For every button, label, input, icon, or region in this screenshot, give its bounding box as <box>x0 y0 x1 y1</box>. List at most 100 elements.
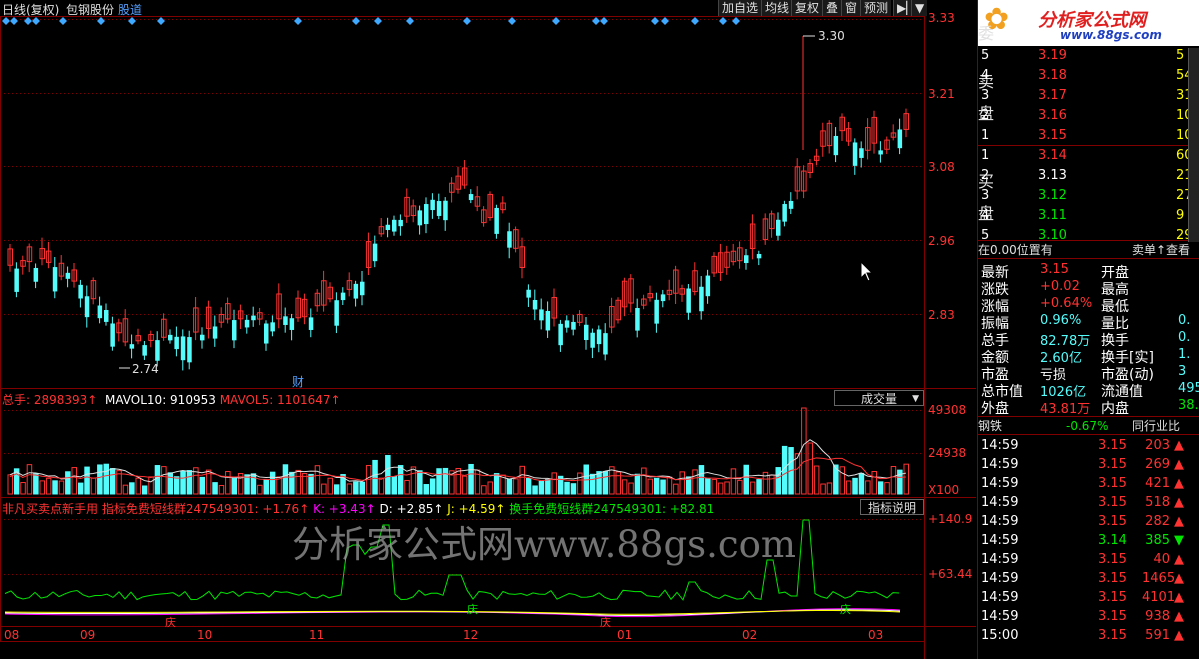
candle-body <box>308 317 314 330</box>
tick-volume: 591 <box>1145 628 1170 643</box>
volume-bar <box>167 472 173 495</box>
candle-body <box>372 243 378 262</box>
signal-mark: 庆 <box>600 616 611 629</box>
guodao-link[interactable]: 股道 <box>118 1 142 18</box>
volume-bar <box>673 483 679 495</box>
candle-body <box>532 299 538 310</box>
volume-bar <box>180 470 186 495</box>
period-label[interactable]: 日线(复权) <box>2 1 59 18</box>
volume-bar <box>775 467 781 495</box>
view-sell-orders-link[interactable]: 卖单↑查看 <box>1132 242 1190 258</box>
divider <box>977 0 978 659</box>
stat-label-right: 内盘 <box>1101 401 1129 417</box>
volume-tick: 49308 <box>928 403 967 417</box>
stat-value-right: 3 <box>1178 364 1187 379</box>
candle-body <box>155 340 160 361</box>
signal-diamond-icon <box>600 17 608 25</box>
volume-bar <box>410 466 417 495</box>
chevron-down-icon[interactable]: ▼ <box>911 0 928 16</box>
volume-bar <box>141 485 148 495</box>
volume-bar <box>225 471 231 495</box>
volume-bar <box>442 467 449 495</box>
x-tick: 10 <box>197 628 213 642</box>
volume-bar <box>717 482 724 495</box>
candle-body <box>283 316 288 325</box>
sell-price: 3.15 <box>1038 128 1067 143</box>
ma-button[interactable]: 均线 <box>761 0 793 16</box>
arrow-down-icon: ▼ <box>1174 533 1184 548</box>
divider <box>978 434 1199 435</box>
low-price-label: 2.74 <box>132 362 159 376</box>
buy-price: 3.11 <box>1038 208 1067 223</box>
candle-body <box>180 336 186 361</box>
x-tick: 02 <box>742 628 758 642</box>
same-industry-link[interactable]: 同行业比 <box>1132 418 1180 434</box>
adjust-button[interactable]: 复权 <box>791 0 823 16</box>
volume-bar <box>839 466 845 495</box>
candle-body <box>635 308 640 331</box>
tick-time: 14:59 <box>981 495 1019 510</box>
signal-diamond-icon <box>651 17 659 25</box>
tick-time: 14:59 <box>981 476 1019 491</box>
candle-body <box>289 318 295 330</box>
volume-bar <box>404 479 410 495</box>
volume-bar <box>871 471 877 495</box>
arrow-up-icon: ▲ <box>1174 571 1184 586</box>
candle-body <box>590 332 595 348</box>
stat-value: +0.64% <box>1040 296 1093 311</box>
volume-bar <box>698 465 705 495</box>
volume-bar <box>135 477 141 495</box>
indicator-tick: +140.9 <box>928 512 973 526</box>
tick-price: 3.15 <box>1098 476 1127 491</box>
volume-bar <box>609 466 615 495</box>
sell-level: 4 <box>981 68 990 83</box>
volume-bar <box>372 459 378 495</box>
buy-volume: 9 <box>1176 208 1185 223</box>
tick-time: 14:59 <box>981 590 1019 605</box>
signal-diamond-icon <box>592 17 600 25</box>
tick-volume: 4101 <box>1142 590 1176 605</box>
signal-mark: 庆 <box>165 616 176 629</box>
window-button[interactable]: 窗 <box>841 0 861 16</box>
industry-name[interactable]: 钢铁 <box>978 419 1002 433</box>
candle-body <box>129 344 135 349</box>
stat-value-right: 0. <box>1178 330 1191 345</box>
stock-name: 包钢股份 <box>66 3 115 17</box>
tick-volume: 40 <box>1153 552 1170 567</box>
volume-bar <box>820 483 826 495</box>
candle-body <box>494 207 499 234</box>
chart-toolbar: 日线(复权) 包钢股份 股道 加自选 均线 复权 叠 窗 预测 ▶▏ ▼ <box>0 0 976 18</box>
volume-bar <box>724 481 730 495</box>
scrollbar[interactable] <box>1188 48 1199 242</box>
volume-bar <box>231 476 237 495</box>
wei-label: 委 <box>978 24 995 43</box>
signal-diamond-icon <box>661 17 669 25</box>
volume-bar <box>359 481 365 495</box>
candle-body <box>244 319 250 328</box>
indicator-select[interactable]: 成交量 ▼ <box>834 390 924 406</box>
forecast-button[interactable]: 预测 <box>860 0 892 16</box>
industry-change: -0.67% <box>1066 419 1109 433</box>
volume-bar <box>845 480 852 495</box>
signal-diamond-icon <box>10 17 18 25</box>
tick-time: 14:59 <box>981 457 1019 472</box>
tick-volume: 282 <box>1145 514 1170 529</box>
divider <box>978 240 1199 241</box>
candle-body <box>782 204 787 222</box>
add-favorite-button[interactable]: 加自选 <box>718 0 762 16</box>
volume-bar <box>525 477 532 495</box>
sell-price: 3.16 <box>1038 108 1067 123</box>
finance-marker[interactable]: 财 <box>292 373 304 390</box>
volume-bar <box>634 473 641 495</box>
candle-body <box>558 323 563 346</box>
volume-bar <box>391 476 397 495</box>
volume-bar <box>321 483 327 495</box>
divider <box>978 416 1199 417</box>
tick-time: 15:00 <box>981 628 1019 643</box>
volume-bar <box>353 481 359 495</box>
volume-bar <box>154 465 161 495</box>
indicator-help-button[interactable]: 指标说明 <box>860 499 924 515</box>
overlay-button[interactable]: 叠 <box>822 0 842 16</box>
volume-bar <box>602 471 609 495</box>
volume-bar <box>65 471 71 495</box>
